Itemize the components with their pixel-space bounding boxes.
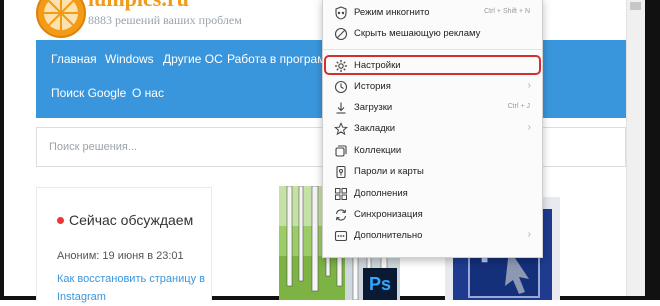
more-icon xyxy=(334,230,348,242)
menu-shortcut-downloads: Ctrl + J xyxy=(507,103,530,110)
nav-item-google-search[interactable]: Поиск Google xyxy=(51,86,126,100)
discussion-title-text: Сейчас обсуждаем xyxy=(69,212,194,228)
menu-divider xyxy=(323,49,542,50)
window-frame-right xyxy=(644,0,660,300)
site-tagline: 8883 решений ваших проблем xyxy=(88,13,242,27)
menu-label-bookmarks: Закладки xyxy=(354,123,396,134)
nav-item-other-os[interactable]: Другие ОС xyxy=(163,52,223,66)
menu-item-downloads[interactable]: Загрузки Ctrl + J xyxy=(323,98,542,119)
menu-label-extensions: Дополнения xyxy=(354,188,408,199)
menu-label-sync: Синхронизация xyxy=(354,209,423,220)
menu-label-incognito: Режим инкогнито xyxy=(354,7,430,18)
menu-item-bookmarks[interactable]: Закладки › xyxy=(323,119,542,140)
discussion-card-title: Сейчас обсуждаем xyxy=(57,212,193,228)
menu-item-more-tools[interactable]: Дополнительно › xyxy=(323,226,542,247)
scrollbar-thumb[interactable] xyxy=(630,2,641,10)
comment-article-link[interactable]: Как восстановить страницу в Instagram xyxy=(57,270,207,306)
menu-label-history: История xyxy=(354,81,391,92)
nav-item-software[interactable]: Работа в программ xyxy=(227,52,334,66)
incognito-icon xyxy=(335,6,347,20)
orange-logo-icon[interactable] xyxy=(36,0,86,38)
menu-label-downloads: Загрузки xyxy=(354,102,393,113)
menu-label-collections: Коллекции xyxy=(354,145,402,156)
discussion-card: Сейчас обсуждаем Аноним: 19 июня в 23:01… xyxy=(36,187,212,303)
site-name[interactable]: lumpics.ru xyxy=(88,0,189,12)
chevron-right-icon: › xyxy=(527,229,531,240)
menu-item-block-ads[interactable]: Скрыть мешающую рекламу xyxy=(323,24,542,45)
menu-label-passwords: Пароли и карты xyxy=(354,166,424,177)
chevron-right-icon: › xyxy=(527,122,531,133)
comment-author: Аноним: 19 июня в 23:01 xyxy=(57,250,184,262)
menu-item-history[interactable]: История › xyxy=(323,77,542,98)
menu-item-passwords[interactable]: Пароли и карты xyxy=(323,162,542,183)
menu-shortcut-incognito: Ctrl + Shift + N xyxy=(484,8,530,15)
sync-icon xyxy=(335,209,347,221)
browser-settings-menu: Режим инкогнито Ctrl + Shift + N Скрыть … xyxy=(322,0,543,258)
history-icon xyxy=(334,80,348,94)
menu-label-block-ads: Скрыть мешающую рекламу xyxy=(354,28,481,39)
photoshop-badge-icon: Ps xyxy=(369,274,392,294)
menu-label-more-tools: Дополнительно xyxy=(354,230,423,241)
nav-item-windows[interactable]: Windows xyxy=(105,52,154,66)
settings-highlight-annotation xyxy=(324,55,541,75)
extensions-icon xyxy=(335,188,347,200)
star-icon xyxy=(334,122,348,136)
page-scrollbar[interactable] xyxy=(626,0,645,296)
live-dot-icon xyxy=(57,216,64,224)
nav-item-about[interactable]: О нас xyxy=(132,86,164,100)
block-icon xyxy=(334,27,348,41)
menu-item-sync[interactable]: Синхронизация xyxy=(323,205,542,226)
nav-item-home[interactable]: Главная xyxy=(51,52,97,66)
window-frame-left xyxy=(0,0,4,300)
download-icon xyxy=(336,102,346,114)
menu-item-incognito[interactable]: Режим инкогнито Ctrl + Shift + N xyxy=(323,3,542,24)
collections-icon xyxy=(335,145,347,157)
key-icon xyxy=(336,165,346,179)
menu-item-extensions[interactable]: Дополнения xyxy=(323,184,542,205)
chevron-right-icon: › xyxy=(527,80,531,91)
menu-item-collections[interactable]: Коллекции xyxy=(323,141,542,162)
